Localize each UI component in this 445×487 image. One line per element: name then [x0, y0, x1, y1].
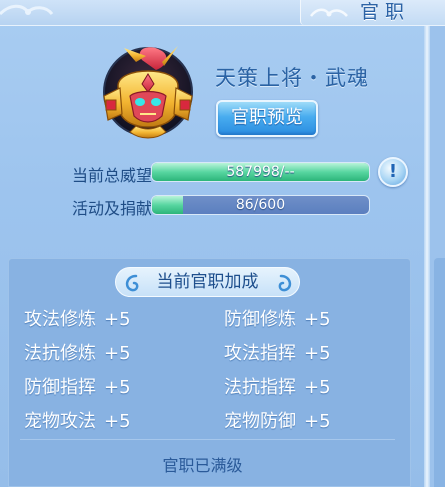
bonus-title: 当前官职加成 [156, 272, 259, 292]
bonus-item: 法抗修炼 +5 [24, 343, 131, 364]
activity-value: 86/600 [235, 197, 286, 213]
bonus-separator [20, 439, 395, 440]
bonus-item: 宠物防御 +5 [224, 411, 331, 432]
bonus-item: 法抗指挥 +5 [224, 377, 331, 398]
prestige-bar: 587998/-- [151, 162, 370, 182]
bonus-item: 攻法修炼 +5 [24, 309, 131, 330]
right-panel-inner [434, 258, 445, 487]
max-rank-status: 官职已满级 [162, 456, 243, 475]
bonus-item: 攻法指挥 +5 [224, 343, 331, 364]
page-title: 官职 [360, 1, 411, 23]
rank-name: 天策上将・武魂 [215, 66, 369, 90]
bonus-title-banner: 当前官职加成 [115, 267, 300, 297]
exclamation-icon[interactable]: ! [378, 157, 408, 187]
cloud-decoration-icon [0, 4, 54, 16]
bonus-item: 防御指挥 +5 [24, 377, 131, 398]
activity-bar: 86/600 [151, 195, 370, 215]
bonus-item: 防御修炼 +5 [224, 309, 331, 330]
helmet-icon [103, 46, 193, 139]
activity-label: 活动及捐献 [71, 199, 152, 218]
prestige-label: 当前总威望 [71, 166, 152, 185]
rank-preview-button[interactable]: 官职预览 [216, 100, 318, 137]
swirl-right-icon [278, 274, 292, 292]
cloud-decoration-icon [310, 8, 348, 17]
prestige-value: 587998/-- [226, 164, 295, 180]
bonus-item: 宠物攻法 +5 [24, 411, 131, 432]
